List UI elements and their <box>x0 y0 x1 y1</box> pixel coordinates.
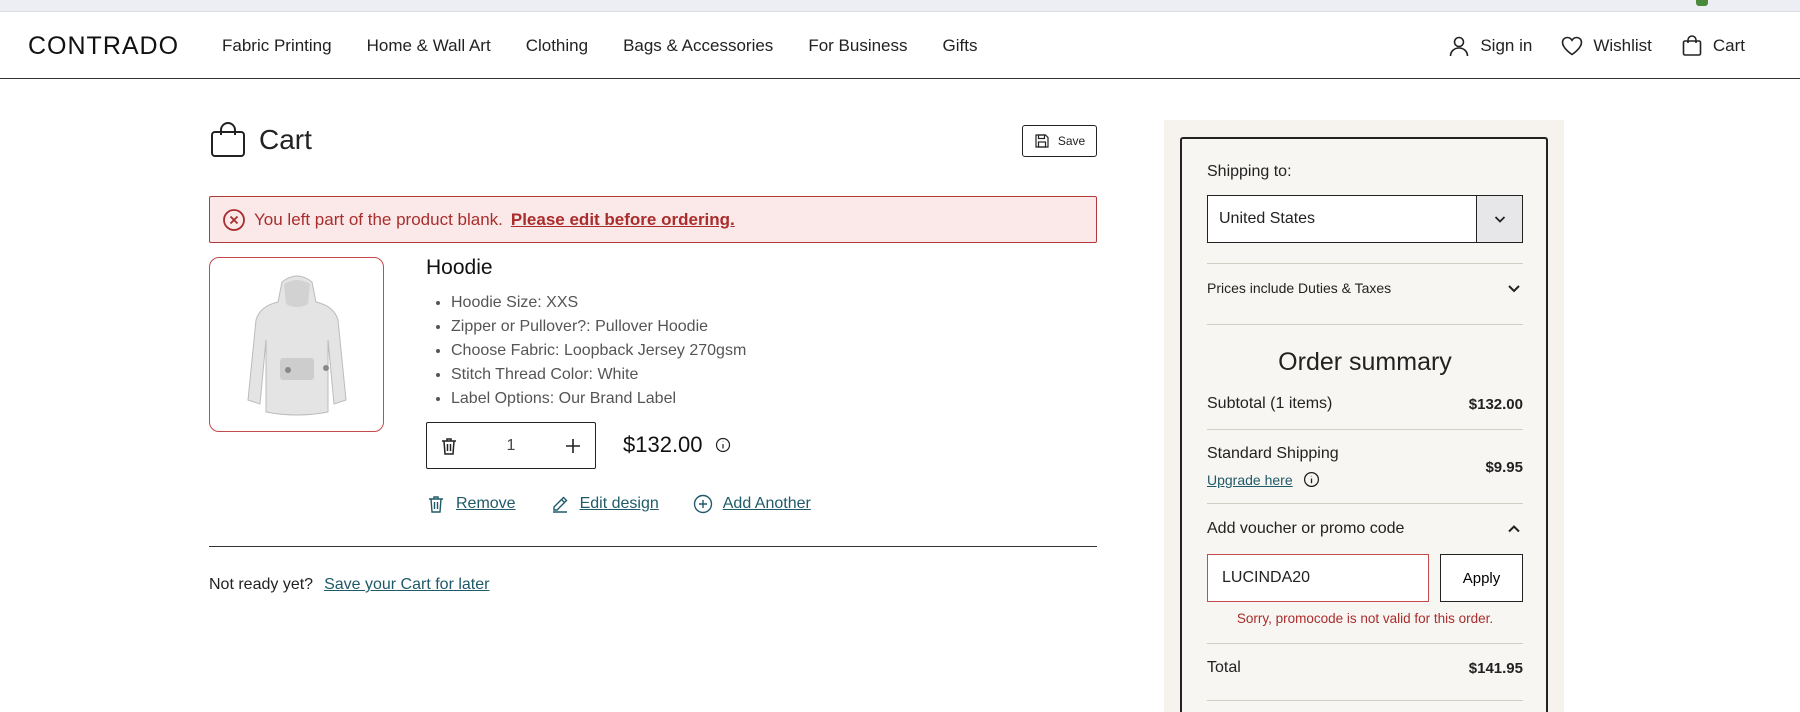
nav-fabric-printing[interactable]: Fabric Printing <box>222 36 332 56</box>
remove-button[interactable]: Remove <box>426 494 516 514</box>
save-cart-button[interactable]: Save <box>1022 125 1097 157</box>
product-options: Hoodie Size: XXS Zipper or Pullover?: Pu… <box>428 291 746 411</box>
shipping-value: $9.95 <box>1485 459 1523 476</box>
save-cart-for-later-link[interactable]: Save your Cart for later <box>324 576 489 594</box>
upgrade-label: Upgrade here <box>1207 471 1293 488</box>
subtotal-row: Subtotal (1 items) $132.00 <box>1207 395 1523 413</box>
error-circle-icon <box>223 208 245 231</box>
option-size: Hoodie Size: XXS <box>451 291 746 315</box>
site-logo[interactable]: CONTRADO <box>28 32 179 61</box>
edit-design-label: Edit design <box>579 495 659 512</box>
browser-top-strip <box>0 0 1800 12</box>
add-another-button[interactable]: Add Another <box>693 494 811 514</box>
divider <box>1207 503 1523 504</box>
nav-gifts[interactable]: Gifts <box>943 36 978 56</box>
extension-badge <box>1696 0 1708 6</box>
country-value: United States <box>1219 210 1316 227</box>
country-dropdown-button[interactable] <box>1476 196 1522 242</box>
product-thumbnail[interactable] <box>209 257 384 432</box>
info-icon[interactable] <box>1303 471 1320 488</box>
option-thread: Stitch Thread Color: White <box>451 363 746 387</box>
item-actions: Remove Edit design Add Another <box>426 494 811 514</box>
quantity-stepper: 1 <box>426 422 596 469</box>
add-another-label: Add Another <box>722 495 811 512</box>
cart-label: Cart <box>1712 36 1745 55</box>
nav-for-business[interactable]: For Business <box>808 36 907 56</box>
subtotal-value: $132.00 <box>1468 395 1523 413</box>
trash-icon[interactable] <box>439 436 459 456</box>
nav-clothing[interactable]: Clothing <box>526 36 588 56</box>
chevron-down-icon <box>1494 216 1505 223</box>
promo-error-message: Sorry, promocode is not valid for this o… <box>1236 611 1494 626</box>
upgrade-shipping-link[interactable]: Upgrade here <box>1207 471 1320 488</box>
total-label: Total <box>1207 659 1241 676</box>
divider <box>1207 700 1523 701</box>
plus-icon[interactable] <box>563 436 583 456</box>
cart-link[interactable]: Cart <box>1680 34 1745 58</box>
divider <box>1207 643 1523 644</box>
error-banner: You left part of the product blank. Plea… <box>209 196 1097 243</box>
duties-taxes-toggle[interactable]: Prices include Duties & Taxes <box>1207 279 1523 297</box>
cart-heading: Cart <box>209 122 312 158</box>
duties-label: Prices include Duties & Taxes <box>1207 280 1392 296</box>
error-message: You left part of the product blank. <box>254 209 503 229</box>
header-actions: Sign in Wishlist Cart <box>1447 34 1745 58</box>
total-value: $141.95 <box>1468 659 1523 677</box>
trash-icon <box>429 496 443 513</box>
hoodie-image <box>246 275 347 415</box>
site-header: CONTRADO Fabric Printing Home & Wall Art… <box>0 12 1800 79</box>
divider <box>1207 263 1523 264</box>
save-label: Save <box>1057 134 1086 148</box>
edit-before-ordering-link[interactable]: Please edit before ordering. <box>511 210 735 230</box>
product-name: Hoodie <box>426 256 493 279</box>
chevron-up-icon <box>1508 525 1520 533</box>
shipping-to-label: Shipping to: <box>1207 163 1292 180</box>
floppy-disk-icon <box>1035 134 1049 148</box>
voucher-toggle[interactable]: Add voucher or promo code <box>1207 520 1523 538</box>
wishlist-link[interactable]: Wishlist <box>1560 34 1652 58</box>
heart-icon <box>1562 36 1583 56</box>
remove-label: Remove <box>456 495 516 512</box>
sign-in-label: Sign in <box>1480 36 1533 55</box>
user-icon <box>1450 36 1469 57</box>
plus-circle-icon <box>693 494 712 514</box>
voucher-label: Add voucher or promo code <box>1207 520 1405 537</box>
cart-divider <box>209 546 1097 547</box>
pencil-icon <box>552 496 568 513</box>
apply-promo-button[interactable]: Apply <box>1440 554 1523 602</box>
nav-home-wall-art[interactable]: Home & Wall Art <box>367 36 491 56</box>
subtotal-label: Subtotal (1 items) <box>1207 395 1333 412</box>
option-label: Label Options: Our Brand Label <box>451 387 746 411</box>
promo-code-input[interactable] <box>1207 554 1429 602</box>
country-select[interactable]: United States <box>1207 195 1523 243</box>
quantity-value[interactable]: 1 <box>507 437 516 455</box>
sign-in-link[interactable]: Sign in <box>1447 34 1532 58</box>
page-title: Cart <box>259 124 312 155</box>
option-zipper: Zipper or Pullover?: Pullover Hoodie <box>451 315 746 339</box>
divider <box>1207 324 1523 325</box>
nav-bags-accessories[interactable]: Bags & Accessories <box>623 36 773 56</box>
order-summary-panel: Shipping to: United States Prices includ… <box>1180 137 1548 712</box>
info-icon[interactable] <box>715 437 731 453</box>
total-row: Total $141.95 <box>1207 659 1523 677</box>
shopping-bag-icon <box>1682 35 1702 56</box>
product-price-row: $132.00 <box>623 432 731 458</box>
divider <box>1207 429 1523 430</box>
save-for-later-row: Not ready yet? Save your Cart for later <box>209 576 489 594</box>
not-ready-text: Not ready yet? <box>209 576 314 593</box>
product-price: $132.00 <box>623 432 703 457</box>
chevron-down-icon <box>1508 285 1520 293</box>
shopping-bag-icon <box>211 122 245 157</box>
main-nav: Fabric Printing Home & Wall Art Clothing… <box>222 36 977 56</box>
wishlist-label: Wishlist <box>1593 36 1652 55</box>
order-summary-title: Order summary <box>1278 348 1452 376</box>
edit-design-button[interactable]: Edit design <box>550 494 659 514</box>
option-fabric: Choose Fabric: Loopback Jersey 270gsm <box>451 339 746 363</box>
